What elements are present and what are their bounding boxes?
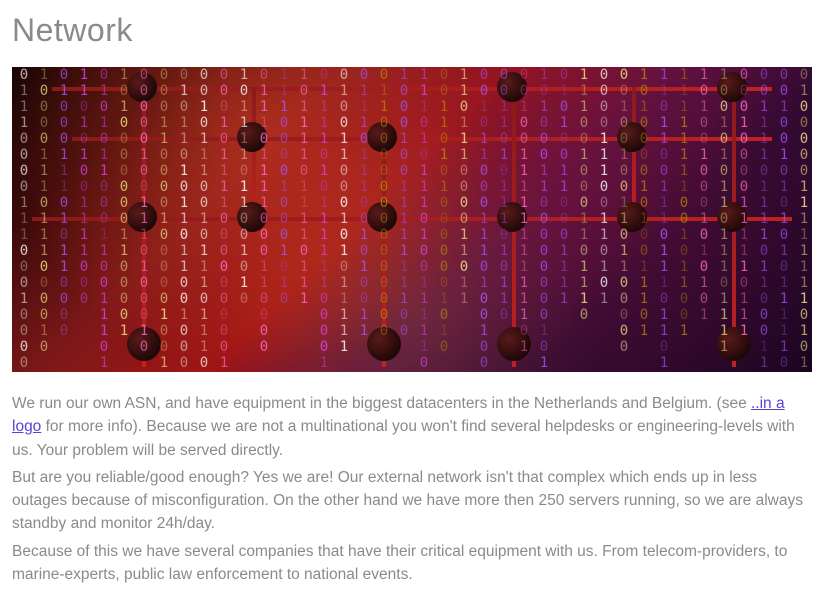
binary-column: 00101110010111011101	[196, 67, 212, 372]
binary-column: 101111011001010	[236, 67, 252, 372]
binary-column: 01110111001010011	[356, 67, 372, 372]
binary-column: 01000111010110000	[56, 67, 72, 372]
binary-column: 0010110001110100100	[476, 67, 492, 372]
binary-column: 10100011000000001010	[536, 67, 552, 372]
binary-column: 11111111001011001	[676, 67, 692, 372]
binary-column: 001001111111111101	[516, 67, 532, 372]
binary-column: 10100001010011101	[636, 67, 652, 372]
binary-column: 10100000001100001	[116, 67, 132, 372]
binary-column: 1010010001010101	[696, 67, 712, 372]
binary-column: 00010111100000000011	[216, 67, 232, 372]
binary-column: 0011010111010110	[496, 67, 512, 372]
binary-column: 100001110111000010	[36, 67, 52, 372]
body-copy: We run our own ASN, and have equipment i…	[12, 392, 812, 586]
binary-column: 000001001110100010	[136, 67, 152, 372]
binary-column: 00100101010101111101	[776, 67, 792, 372]
text-run: for more info). Because we are not a mul…	[12, 418, 795, 458]
binary-column: 1110101110100111110	[416, 67, 432, 372]
binary-column: 001101010000001010	[436, 67, 452, 372]
binary-column: 0001100001000001001	[156, 67, 172, 372]
text-run: We run our own ASN, and have equipment i…	[12, 395, 751, 412]
binary-column: 101111011110111	[296, 67, 312, 372]
binary-column: 011101111000110000	[256, 67, 272, 372]
binary-column: 0101101011011001000	[176, 67, 192, 372]
binary-column: 00010000111110111	[736, 67, 752, 372]
page-title: Network	[12, 12, 813, 49]
binary-column: 1110010001101110	[576, 67, 592, 372]
binary-column: 010100110001111	[556, 67, 572, 372]
binary-column: 110101001111000	[76, 67, 92, 372]
paragraph-2: But are you reliable/good enough? Yes we…	[12, 466, 812, 536]
binary-column: 1101100111011101101	[656, 67, 672, 372]
binary-column: 0101011000110011101	[96, 67, 112, 372]
paragraph-1: We run our own ASN, and have equipment i…	[12, 392, 812, 462]
binary-column: 10001001111111100	[396, 67, 412, 372]
binary-column: 111000010001010	[276, 67, 292, 372]
binary-column: 01100000000000000	[376, 67, 392, 372]
paragraph-3: Because of this we have several companie…	[12, 540, 812, 587]
binary-column: 0100000111111110101	[796, 67, 812, 372]
binary-column: 000011100110101	[596, 67, 612, 372]
binary-column: 001001001101100000	[616, 67, 632, 372]
binary-column: 100101011011101111	[716, 67, 732, 372]
binary-column: 110111000011011	[456, 67, 472, 372]
binary-column: 010011000101011111	[336, 67, 352, 372]
hero-image: 0111000011100010000100001110111000010010…	[12, 67, 812, 372]
binary-column: 0111000011100010000	[16, 67, 32, 372]
binary-column: 0111101011111100001	[316, 67, 332, 372]
binary-column: 0011110111101100011	[756, 67, 772, 372]
